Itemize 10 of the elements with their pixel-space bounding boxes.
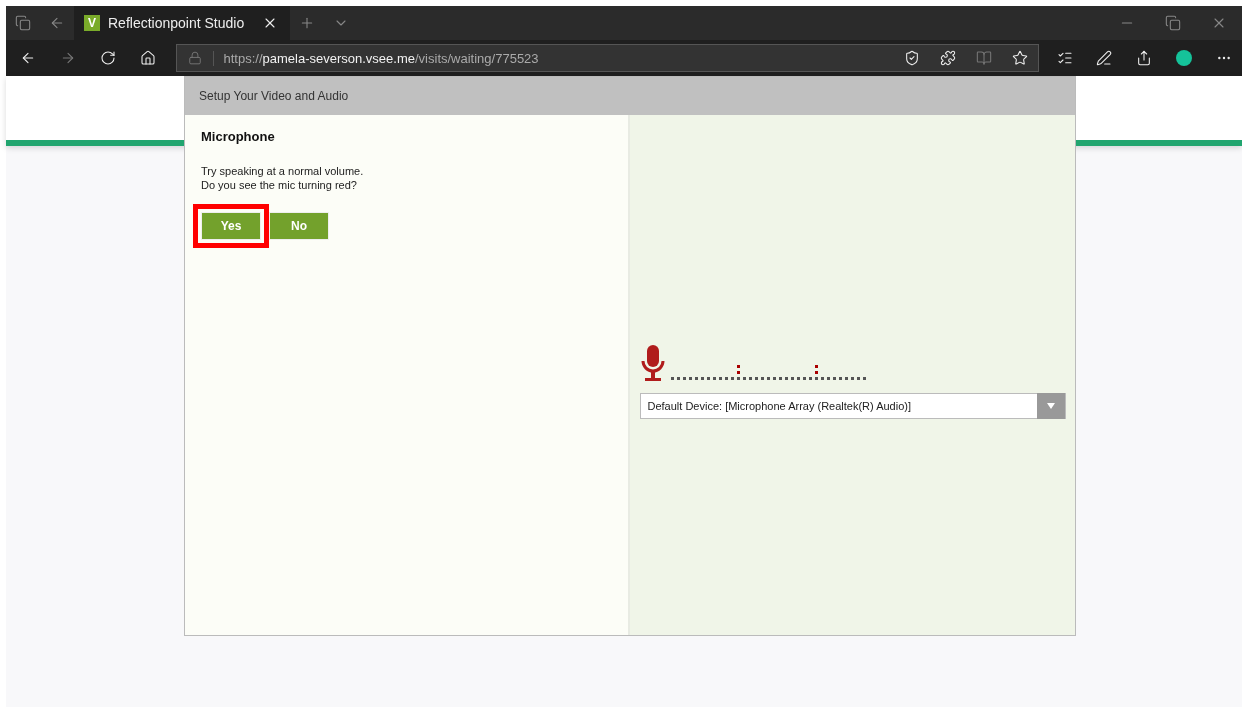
url-text: https://pamela-severson.vsee.me/visits/waiting/775523 (212, 50, 894, 66)
prompt-text: Try speaking at a normal volume. (201, 164, 365, 178)
device-select[interactable]: Default Device: [Microphone Array (Realtek(R) Audio)] (639, 393, 1066, 419)
section-title: Microphone (201, 129, 276, 144)
tab-title: Reflectionpoint Studio (108, 15, 245, 31)
address-bar[interactable]: https://pamela-severson.vsee.me/visits/waiting/775523 (175, 44, 1039, 72)
prompt-text: Do you see the mic turning red? (201, 178, 358, 192)
browser-tab[interactable]: V Reflectionpoint Studio (74, 6, 291, 40)
favicon: V (84, 15, 100, 31)
dialog-title: Setup Your Video and Audio (185, 77, 1075, 115)
